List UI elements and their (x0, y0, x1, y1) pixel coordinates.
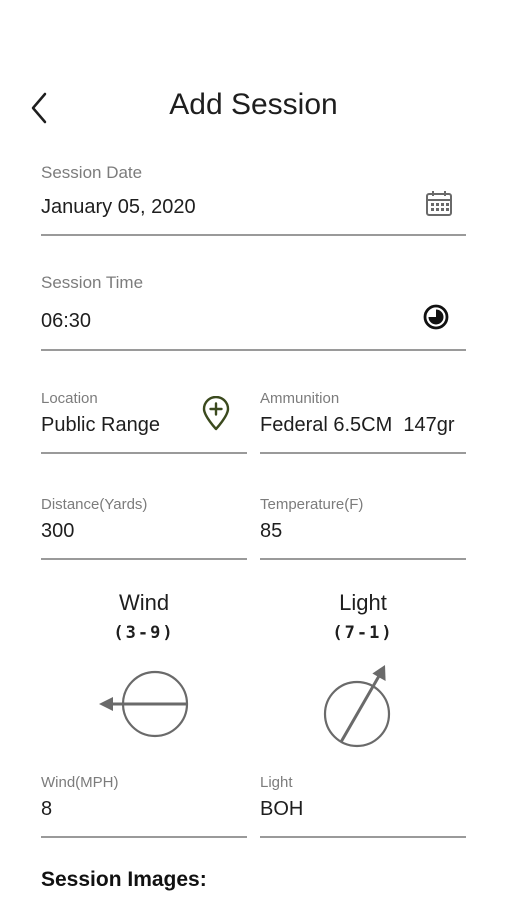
location-divider (41, 452, 247, 454)
light-direction-dial[interactable] (320, 662, 396, 748)
wind-direction-dial[interactable] (95, 668, 195, 740)
distance-divider (41, 558, 247, 560)
distance-label: Distance(Yards) (41, 496, 148, 513)
light-direction-title: Light (339, 590, 387, 615)
ammunition-label: Ammunition (260, 390, 340, 407)
session-date-label: Session Date (41, 163, 143, 182)
light-field[interactable]: BOH (260, 798, 303, 821)
ammunition-field[interactable]: Federal 6.5CM 147gr (260, 414, 455, 437)
session-time-divider (41, 349, 466, 351)
wind-speed-label: Wind(MPH) (41, 774, 119, 791)
wind-speed-divider (41, 836, 247, 838)
wind-direction-range: (3-9) (113, 623, 175, 643)
light-divider (260, 836, 466, 838)
add-location-pin-icon[interactable] (201, 395, 231, 432)
session-date-field[interactable]: January 05, 2020 (41, 196, 196, 219)
page-title: Add Session (169, 88, 338, 121)
distance-field[interactable]: 300 (41, 520, 74, 543)
temperature-field[interactable]: 85 (260, 520, 282, 543)
clock-icon[interactable] (422, 303, 450, 331)
light-direction-range: (7-1) (332, 623, 394, 643)
session-time-field[interactable]: 06:30 (41, 310, 91, 333)
light-label: Light (260, 774, 293, 791)
session-time-label: Session Time (41, 273, 144, 292)
calendar-icon[interactable] (424, 189, 454, 219)
session-date-divider (41, 234, 466, 236)
location-field[interactable]: Public Range (41, 414, 160, 437)
session-images-title: Session Images: (41, 868, 207, 891)
location-label: Location (41, 390, 98, 407)
temperature-divider (260, 558, 466, 560)
ammunition-divider (260, 452, 466, 454)
wind-speed-field[interactable]: 8 (41, 798, 52, 821)
temperature-label: Temperature(F) (260, 496, 364, 513)
wind-direction-title: Wind (118, 590, 170, 615)
